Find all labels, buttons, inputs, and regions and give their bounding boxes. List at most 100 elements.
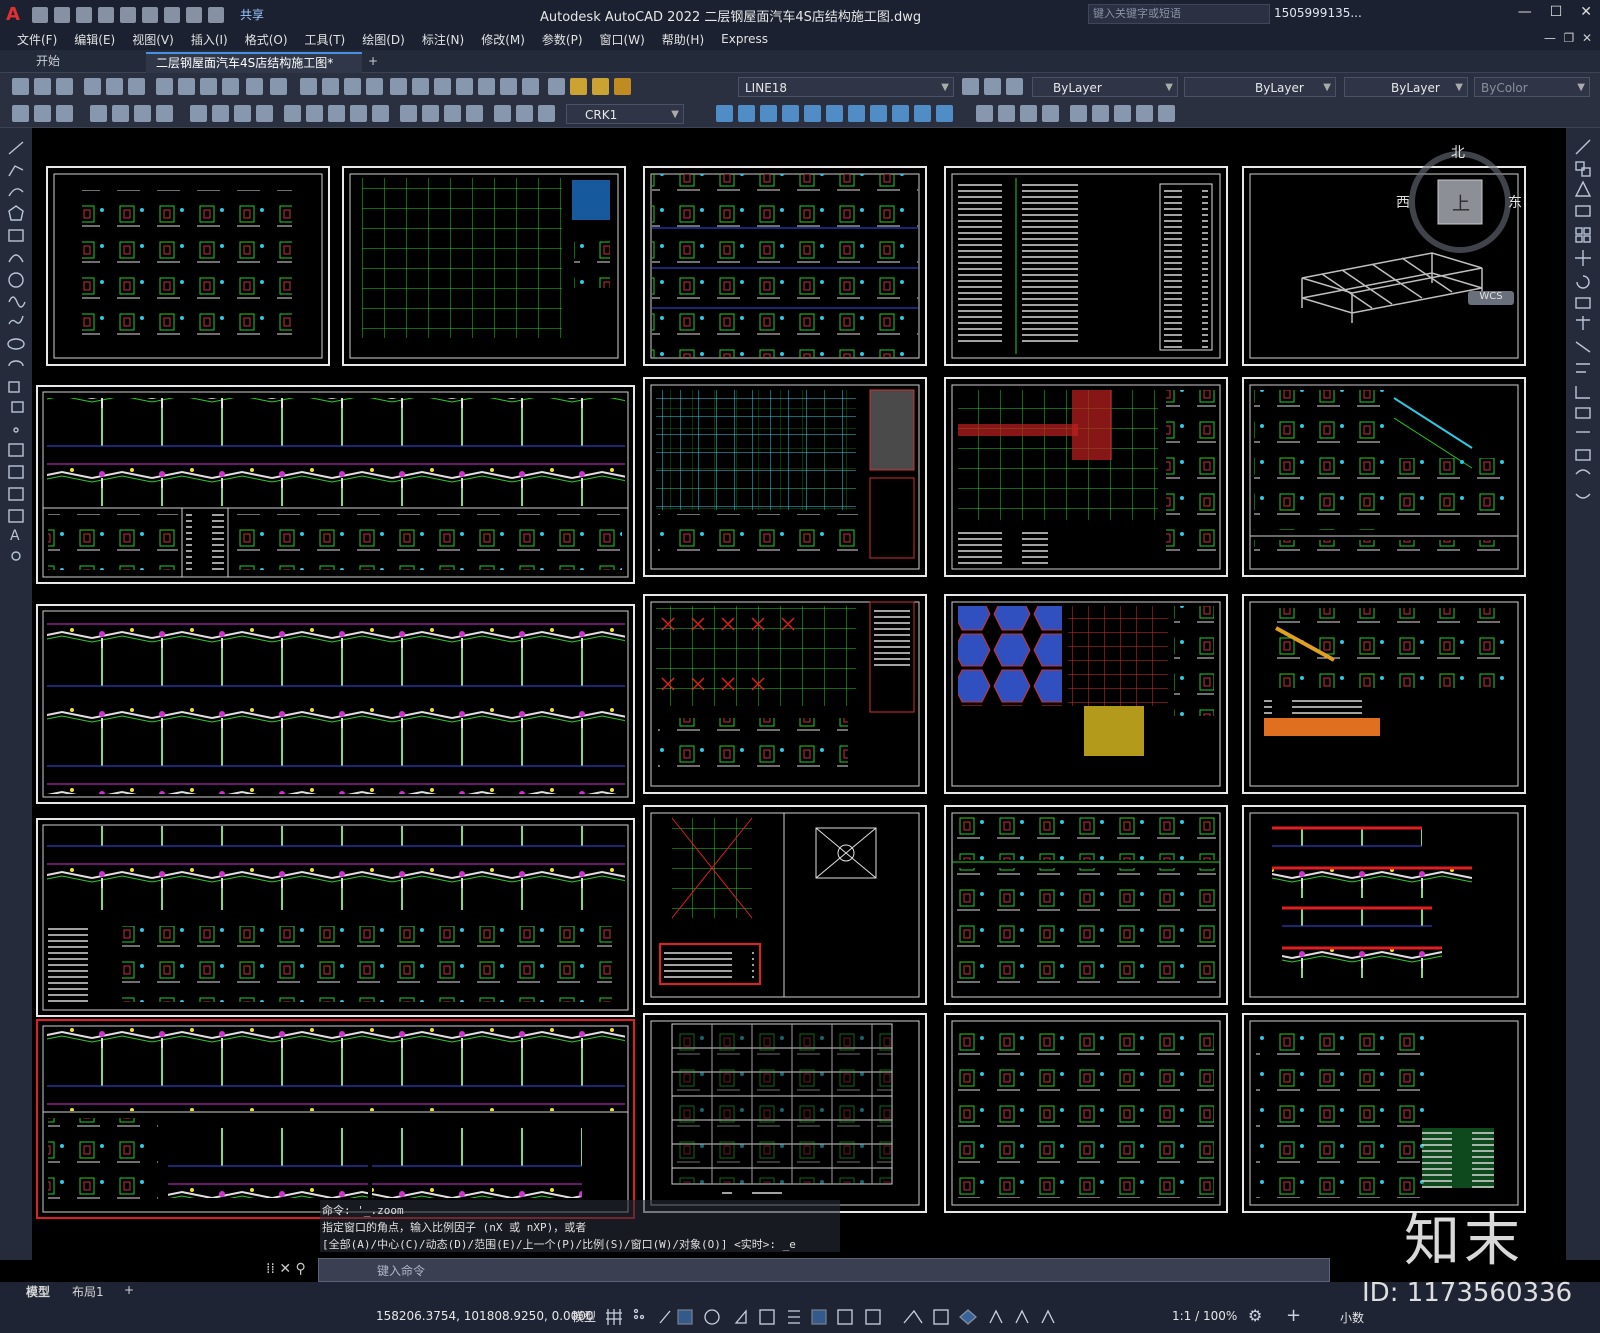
copy-icon[interactable] [178,78,195,95]
app-logo[interactable]: A [6,4,20,25]
menu-edit[interactable]: 编辑(E) [74,31,115,48]
tab-drawing[interactable]: 二层钢屋面汽车4S店结构施工图* [146,52,362,73]
design-center-icon[interactable] [412,78,429,95]
command-line-grip-icon[interactable]: ⁞⁞ ✕ ⚲ [266,1261,306,1277]
quick-dim-icon[interactable] [212,105,229,122]
tab-add[interactable]: + [358,52,388,71]
doc-window-controls[interactable]: — ❐ ✕ [1544,31,1592,45]
jogged-linear-icon[interactable] [400,105,417,122]
dim-angular-icon[interactable] [190,105,207,122]
share-button[interactable]: 共享 [240,6,264,23]
view-bottom-icon[interactable] [738,105,755,122]
redo-tool-icon[interactable] [270,78,287,95]
status-toggle-icons[interactable] [604,1307,1164,1327]
pan-icon[interactable] [300,78,317,95]
draw-tool-icons[interactable]: A [0,134,32,574]
help-icon[interactable] [522,78,539,95]
layer-on-icon[interactable] [570,78,587,95]
dim-radius-icon[interactable] [112,105,129,122]
color-dropdown[interactable]: ByLayer ▼ [1032,77,1178,97]
redo-icon[interactable] [207,6,224,23]
view-nw-iso-icon[interactable] [914,105,931,122]
calculator-icon[interactable] [500,78,517,95]
make-current-icon[interactable] [962,78,979,95]
save-as-icon[interactable] [97,6,114,23]
maximize-icon[interactable]: ☐ [1550,4,1563,20]
cut-icon[interactable] [156,78,173,95]
plot-icon[interactable] [163,6,180,23]
viewcube-top-face[interactable]: 上 [1452,190,1470,216]
zoom-realtime-icon[interactable] [322,78,339,95]
view-right-icon[interactable] [782,105,799,122]
view-back-icon[interactable] [826,105,843,122]
dim-baseline-icon[interactable] [234,105,251,122]
viewcube[interactable]: 北 上 西 东 [1396,142,1522,258]
layer-props-icon[interactable] [548,78,565,95]
layer-previous-icon[interactable] [984,78,1001,95]
text-style-dropdown[interactable]: CRK1 ▼ [566,104,684,124]
menu-express[interactable]: Express [721,32,768,46]
view-ne-iso-icon[interactable] [892,105,909,122]
realistic-icon[interactable] [1020,105,1037,122]
viewcube-west[interactable]: 西 [1396,192,1410,212]
model-space-toggle[interactable]: 模型 [572,1308,596,1325]
zoom-window-icon[interactable] [344,78,361,95]
publish-icon[interactable] [128,78,145,95]
help-search-input[interactable]: 键入关键字或短语 [1088,4,1270,24]
open-icon[interactable] [53,6,70,23]
save-file-icon[interactable] [56,78,73,95]
preview-icon[interactable] [106,78,123,95]
modify-tool-icons[interactable] [1566,134,1600,514]
undo-icon[interactable] [185,6,202,23]
menu-help[interactable]: 帮助(H) [662,31,704,48]
center-mark-icon[interactable] [350,105,367,122]
units-display[interactable]: 小数 [1340,1309,1364,1326]
minimize-icon[interactable]: — [1518,4,1532,20]
command-input[interactable]: 键入命令 [318,1258,1330,1282]
user-account[interactable]: 1505999135... [1274,6,1362,20]
view-left-icon[interactable] [760,105,777,122]
visual-style-icon[interactable] [976,105,993,122]
dim-continue-icon[interactable] [256,105,273,122]
print-icon[interactable] [84,78,101,95]
menu-parametric[interactable]: 参数(P) [542,31,583,48]
wcs-menu[interactable]: WCS [1468,291,1514,305]
dim-style-icon[interactable] [494,105,511,122]
dim-arc-icon[interactable] [56,105,73,122]
dim-diameter-icon[interactable] [156,105,173,122]
zoom-previous-icon[interactable] [366,78,383,95]
drawing-canvas[interactable]: 北 上 西 东 WCS [32,128,1566,1260]
layer-state-icon[interactable] [1006,78,1023,95]
menu-draw[interactable]: 绘图(D) [362,31,405,48]
multileader-icon[interactable] [538,105,555,122]
dim-ordinate-icon[interactable] [90,105,107,122]
menu-tools[interactable]: 工具(T) [305,31,346,48]
plus-icon[interactable]: + [1286,1305,1301,1326]
plotstyle-dropdown[interactable]: ByColor ▼ [1474,77,1590,97]
menu-file[interactable]: 文件(F) [17,31,57,48]
ucs-face-icon[interactable] [1136,105,1153,122]
layer-lock-icon[interactable] [614,78,631,95]
ucs-world-icon[interactable] [1092,105,1109,122]
layer-dropdown[interactable]: LINE18 ▼ [738,77,954,97]
qnew-icon[interactable] [12,78,29,95]
undo-tool-icon[interactable] [246,78,263,95]
menu-window[interactable]: 窗口(W) [600,31,645,48]
gear-icon[interactable]: ⚙ [1248,1306,1262,1325]
view-se-iso-icon[interactable] [870,105,887,122]
dim-linear-icon[interactable] [12,105,29,122]
tab-start[interactable]: 开始 [26,52,70,71]
dim-space-icon[interactable] [284,105,301,122]
tab-model[interactable]: 模型 [26,1283,50,1300]
new-icon[interactable] [31,6,48,23]
match-prop-icon[interactable] [222,78,239,95]
ucs-object-icon[interactable] [1158,105,1175,122]
coordinate-readout[interactable]: 158206.3754, 101808.9250, 0.0000 [376,1309,594,1323]
shaded-icon[interactable] [998,105,1015,122]
conceptual-icon[interactable] [1042,105,1059,122]
viewcube-north[interactable]: 北 [1451,142,1465,162]
close-icon[interactable]: ✕ [1580,4,1592,20]
menu-insert[interactable]: 插入(I) [191,31,228,48]
tolerance-icon[interactable] [328,105,345,122]
dim-jogged-icon[interactable] [134,105,151,122]
